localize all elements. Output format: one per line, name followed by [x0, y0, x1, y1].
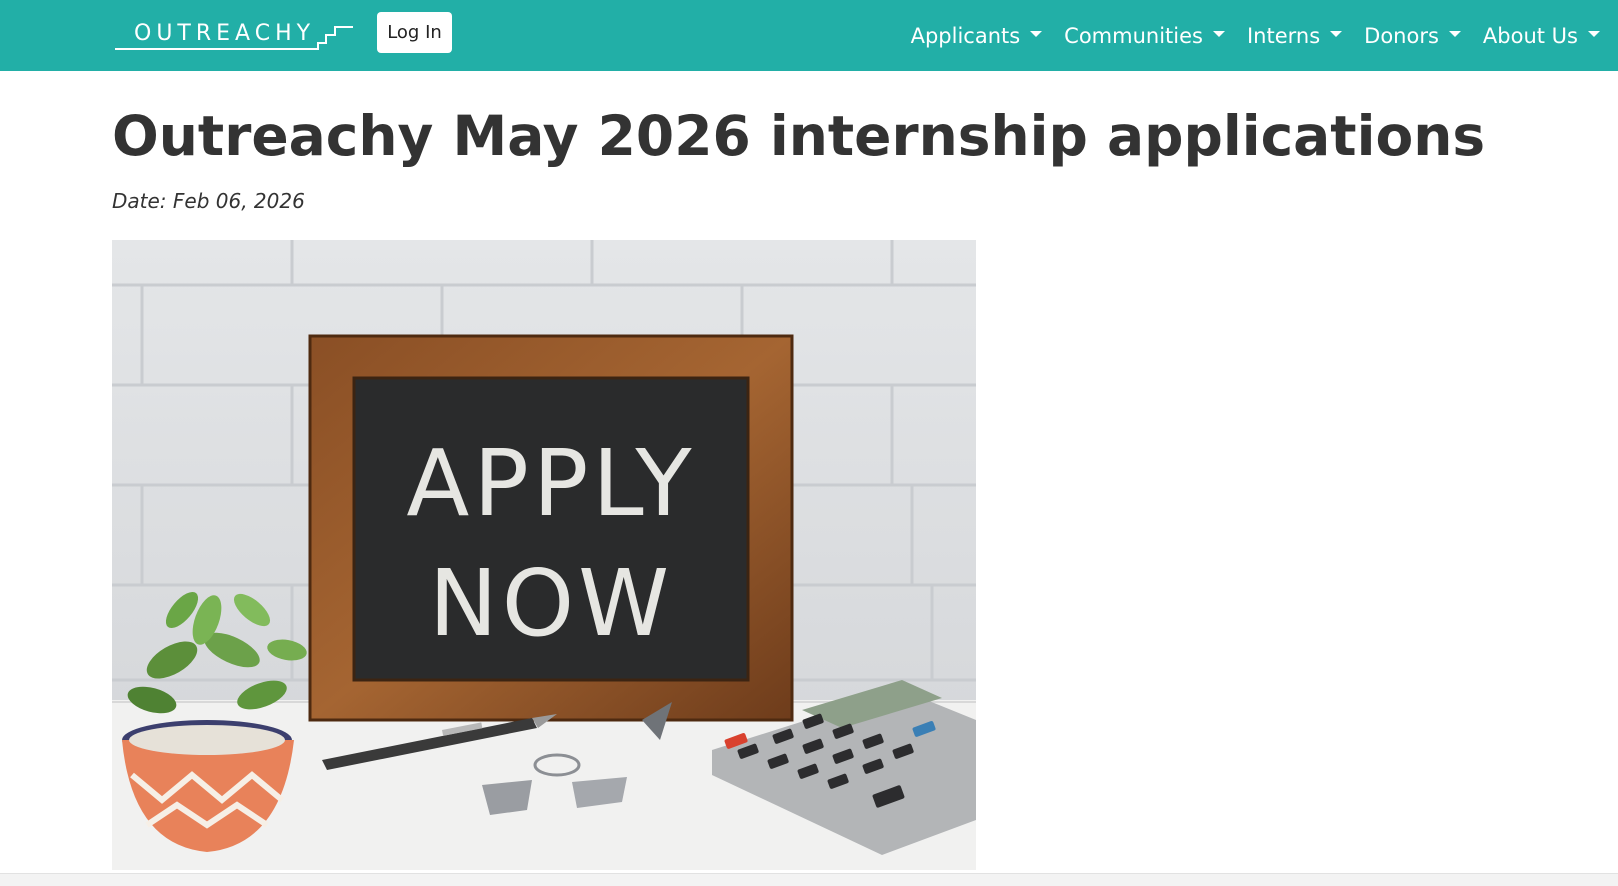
nav-communities[interactable]: Communities	[1064, 24, 1225, 48]
chevron-down-icon	[1588, 30, 1600, 37]
nav-communities-label: Communities	[1064, 23, 1203, 48]
chevron-down-icon	[1212, 30, 1225, 37]
nav-about-us-label: About Us	[1482, 23, 1578, 48]
chevron-down-icon	[1030, 30, 1043, 37]
top-navbar: OUTREACHY Log In Applicants Communities …	[0, 0, 1618, 71]
outreachy-logo[interactable]: OUTREACHY	[113, 17, 353, 51]
nav-interns-label: Interns	[1246, 23, 1321, 48]
chalk-now-text: NOW	[429, 550, 673, 657]
nav-about-us[interactable]: About Us	[1483, 24, 1600, 48]
logo-text: OUTREACHY	[134, 21, 316, 46]
hero-image: APPLY NOW	[112, 240, 976, 870]
nav-interns[interactable]: Interns	[1246, 23, 1343, 48]
login-button[interactable]: Log In	[377, 12, 452, 53]
post-date: Date: Feb 06, 2026	[112, 189, 305, 213]
apply-now-photo: APPLY NOW	[112, 240, 976, 870]
nav-applicants[interactable]: Applicants	[911, 24, 1043, 48]
nav-applicants-label: Applicants	[910, 23, 1021, 48]
page-title: Outreachy May 2026 internship applicatio…	[112, 104, 1486, 168]
chalk-apply-text: APPLY	[406, 430, 695, 537]
nav-donors[interactable]: Donors	[1364, 24, 1461, 48]
chevron-down-icon	[1448, 30, 1461, 37]
main-nav: Applicants Communities Interns Donors Ab…	[911, 0, 1618, 71]
bottom-scroll-edge	[0, 873, 1618, 886]
chevron-down-icon	[1330, 30, 1343, 37]
nav-donors-label: Donors	[1364, 23, 1439, 48]
